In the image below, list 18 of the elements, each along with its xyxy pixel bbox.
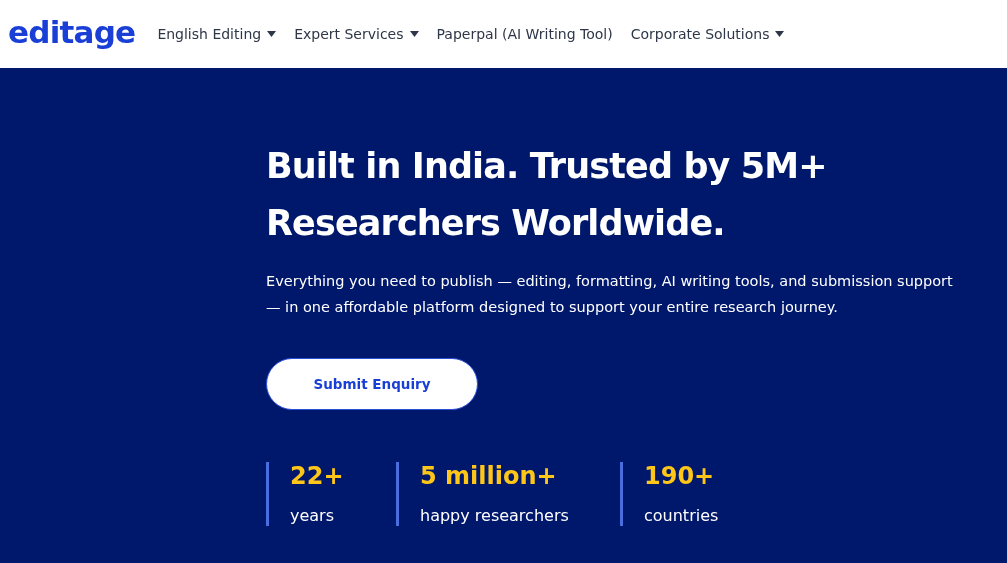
logo[interactable]: editage (8, 8, 136, 56)
nav-link[interactable]: Corporate Solutions (630, 23, 785, 45)
nav-link[interactable]: Paperpal (AI Writing Tool) (436, 23, 613, 45)
submit-enquiry-button[interactable]: Submit Enquiry (266, 358, 478, 410)
stat-value: 190+ (644, 462, 716, 490)
stat-label: countries (644, 506, 720, 526)
stat-value: 22+ (290, 462, 345, 490)
stat-value: 5 million+ (420, 462, 558, 490)
caret-icon (267, 31, 277, 37)
hero-heading: Researchers Worldwide. (266, 202, 726, 245)
caret-icon (775, 31, 785, 37)
stat-label: years (290, 506, 336, 526)
nav-link[interactable]: English Editing (157, 23, 277, 45)
stat-label: happy researchers (420, 506, 570, 526)
caret-icon (409, 31, 419, 37)
nav-link[interactable]: Expert Services (294, 23, 419, 45)
hero-description: Everything you need to publish — editing, formatting, AI writing tools, and submission support — in one affordable platform designed to support your entire research journey. (266, 272, 954, 317)
hero-heading: Built in India. Trusted by 5M+ (266, 145, 828, 188)
